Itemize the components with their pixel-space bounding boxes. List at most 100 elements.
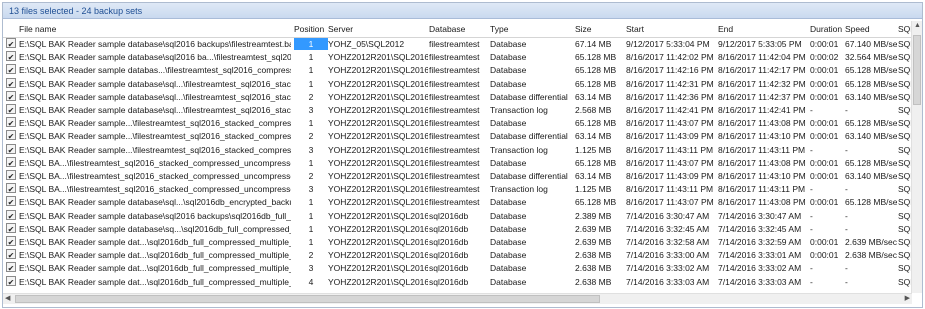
table-row[interactable]: ✔ E:\SQL BAK Reader sample database\sql..… xyxy=(3,196,922,208)
table-row[interactable]: ✔ E:\SQL BA...\filestreamtest_sql2016_sta… xyxy=(3,156,922,169)
backup-sets-panel: 13 files selected - 24 backup sets File … xyxy=(2,2,923,308)
cell-database: filestreamtest xyxy=(429,78,480,89)
cell-speed: - xyxy=(845,184,848,195)
cell-server: YOHZ2012R201\SQL2016 xyxy=(328,131,428,142)
column-header-size[interactable]: Size xyxy=(575,21,625,37)
row-checkbox[interactable]: ✔ xyxy=(6,262,16,273)
row-checkbox[interactable]: ✔ xyxy=(6,130,16,141)
table-row[interactable]: ✔ E:\SQL BAK Reader sample dat...\sql2016… xyxy=(3,262,922,274)
cell-end: 8/16/2017 11:43:11 PM xyxy=(718,184,806,195)
row-checkbox[interactable]: ✔ xyxy=(6,222,16,233)
scroll-up-arrow-icon[interactable]: ▲ xyxy=(914,21,921,31)
cell-end: 8/16/2017 11:42:04 PM xyxy=(718,52,806,63)
cell-size: 1.125 MB xyxy=(575,144,612,155)
row-checkbox[interactable]: ✔ xyxy=(6,38,16,48)
cell-speed: 65.128 MB/sec xyxy=(845,197,897,208)
row-checkbox[interactable]: ✔ xyxy=(6,64,16,75)
row-checkbox[interactable]: ✔ xyxy=(6,90,16,101)
cell-server: YOHZ2012R201\SQL2016 xyxy=(328,105,428,115)
column-header-end[interactable]: End xyxy=(718,21,810,37)
cell-server: YOHZ2012R201\SQL2016 xyxy=(328,78,428,89)
horizontal-scrollbar[interactable]: ◀ ▶ xyxy=(3,293,912,304)
row-checkbox[interactable]: ✔ xyxy=(6,104,16,114)
scroll-left-arrow-icon[interactable]: ◀ xyxy=(5,294,10,304)
cell-server: YOHZ2012R201\SQL2016 xyxy=(328,52,428,63)
horizontal-scroll-thumb[interactable] xyxy=(15,295,600,303)
cell-speed: 65.128 MB/sec xyxy=(845,157,897,168)
row-checkbox[interactable]: ✔ xyxy=(6,143,16,154)
vertical-scroll-thumb[interactable] xyxy=(913,35,921,105)
cell-server: YOHZ2012R201\SQL2016 xyxy=(328,250,428,261)
cell-duration: 0:00:02 xyxy=(810,52,839,63)
column-header-duration[interactable]: Duration xyxy=(810,21,844,37)
column-header-file-name[interactable]: File name xyxy=(19,21,291,37)
cell-start: 8/16/2017 11:42:36 PM xyxy=(626,91,714,102)
table-row[interactable]: ✔ E:\SQL BAK Reader sample database\sql20… xyxy=(3,38,922,50)
cell-type: Database xyxy=(490,157,527,168)
row-checkbox[interactable]: ✔ xyxy=(6,51,16,62)
cell-speed: 63.140 MB/sec xyxy=(845,171,897,181)
cell-speed: 2.639 MB/sec xyxy=(845,237,897,247)
cell-speed: 2.638 MB/sec xyxy=(845,250,897,261)
table-row[interactable]: ✔ E:\SQL BAK Reader sample database\sql..… xyxy=(3,77,922,90)
cell-speed: - xyxy=(845,276,848,287)
cell-start: 8/16/2017 11:43:07 PM xyxy=(626,118,714,129)
cell-type: Database xyxy=(490,197,527,208)
table-row[interactable]: ✔ E:\SQL BAK Reader sample dat...\sql2016… xyxy=(3,275,922,288)
cell-type: Transaction log xyxy=(490,105,548,115)
table-row[interactable]: ✔ E:\SQL BA...\filestreamtest_sql2016_sta… xyxy=(3,170,922,182)
cell-position: 1 xyxy=(308,223,314,234)
table-row[interactable]: ✔ E:\SQL BAK Reader sample databas...\fil… xyxy=(3,64,922,76)
row-checkbox[interactable]: ✔ xyxy=(6,236,16,246)
table-row[interactable]: ✔ E:\SQL BAK Reader sample dat...\sql2016… xyxy=(3,236,922,248)
cell-file-name: E:\SQL BAK Reader sample database\sql201… xyxy=(19,52,291,63)
cell-speed: - xyxy=(845,263,848,274)
row-checkbox[interactable]: ✔ xyxy=(6,275,16,286)
column-header-speed[interactable]: Speed xyxy=(845,21,897,37)
table-row[interactable]: ✔ E:\SQL BAK Reader sample database\sql20… xyxy=(3,51,922,63)
cell-file-name: E:\SQL BAK Reader sample dat...\sql2016d… xyxy=(19,250,291,261)
cell-speed: - xyxy=(845,105,848,115)
column-header-database[interactable]: Database xyxy=(429,21,489,37)
scroll-right-arrow-icon[interactable]: ▶ xyxy=(905,294,910,304)
cell-end: 8/16/2017 11:43:08 PM xyxy=(718,197,806,208)
table-row[interactable]: ✔ E:\SQL BAK Reader sample database\sql..… xyxy=(3,104,922,116)
cell-server: YOHZ2012R201\SQL2016 xyxy=(328,65,428,76)
cell-type: Database xyxy=(490,78,527,89)
cell-size: 2.638 MB xyxy=(575,250,612,261)
cell-file-name: E:\SQL BA...\filestreamtest_sql2016_stac… xyxy=(19,171,291,181)
row-checkbox[interactable]: ✔ xyxy=(6,196,16,207)
cell-size: 2.639 MB xyxy=(575,237,612,247)
cell-duration: - xyxy=(810,144,813,155)
table-row[interactable]: ✔ E:\SQL BA...\filestreamtest_sql2016_sta… xyxy=(3,183,922,195)
row-checkbox[interactable]: ✔ xyxy=(6,156,16,167)
row-checkbox[interactable]: ✔ xyxy=(6,117,16,128)
table-row[interactable]: ✔ E:\SQL BAK Reader sample dat...\sql2016… xyxy=(3,249,922,261)
cell-duration: 0:00:01 xyxy=(810,197,839,208)
cell-position: 2 xyxy=(308,171,314,181)
cell-end: 8/16/2017 11:42:41 PM xyxy=(718,105,806,115)
cell-position: 3 xyxy=(308,144,314,155)
row-checkbox[interactable]: ✔ xyxy=(6,209,16,220)
column-header-server[interactable]: Server xyxy=(328,21,428,37)
cell-duration: - xyxy=(810,276,813,287)
table-row[interactable]: ✔ E:\SQL BAK Reader sample database\sq...… xyxy=(3,222,922,235)
cell-server: YOHZ2012R201\SQL2016 xyxy=(328,276,428,287)
table-row[interactable]: ✔ E:\SQL BAK Reader sample...\filestreamt… xyxy=(3,143,922,156)
column-header-position[interactable]: Position xyxy=(294,21,328,37)
column-header-start[interactable]: Start xyxy=(626,21,718,37)
table-row[interactable]: ✔ E:\SQL BAK Reader sample...\filestreamt… xyxy=(3,117,922,129)
cell-size: 2.638 MB xyxy=(575,276,612,287)
table-row[interactable]: ✔ E:\SQL BAK Reader sample...\filestreamt… xyxy=(3,130,922,142)
cell-end: 7/14/2016 3:33:03 AM xyxy=(718,276,802,287)
row-checkbox[interactable]: ✔ xyxy=(6,183,16,194)
vertical-scrollbar[interactable]: ▲ xyxy=(911,21,922,293)
cell-position: 1 xyxy=(294,38,328,50)
cell-end: 7/14/2016 3:32:45 AM xyxy=(718,223,802,234)
row-checkbox[interactable]: ✔ xyxy=(6,77,16,88)
table-row[interactable]: ✔ E:\SQL BAK Reader sample database\sql20… xyxy=(3,209,922,222)
table-row[interactable]: ✔ E:\SQL BAK Reader sample database\sql..… xyxy=(3,90,922,103)
column-header-type[interactable]: Type xyxy=(490,21,574,37)
row-checkbox[interactable]: ✔ xyxy=(6,249,16,260)
row-checkbox[interactable]: ✔ xyxy=(6,170,16,180)
